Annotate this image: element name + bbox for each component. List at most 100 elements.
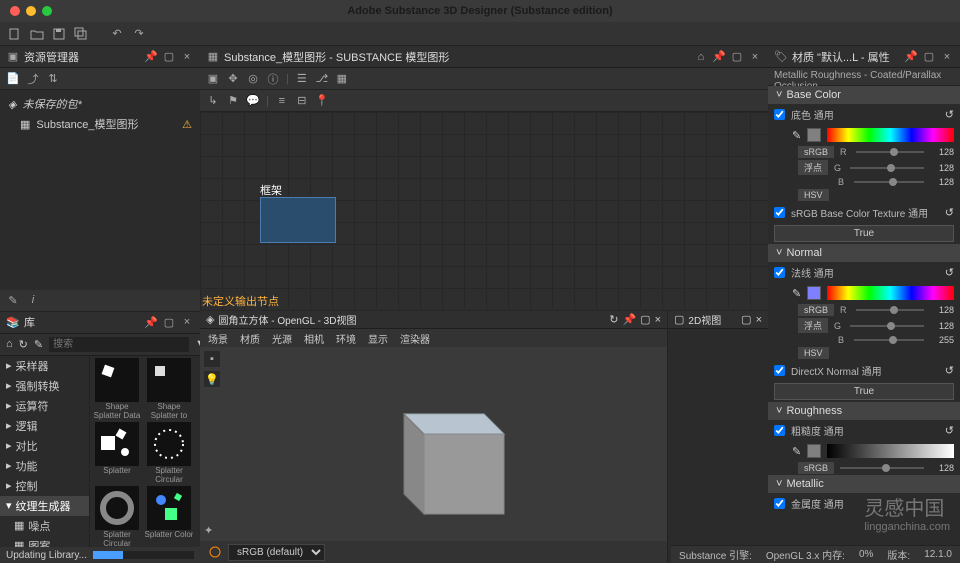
move-icon[interactable]: ✥ — [226, 72, 240, 86]
srgb-button[interactable]: sRGB — [798, 462, 834, 474]
checkbox[interactable] — [774, 365, 785, 376]
close-icon[interactable]: × — [756, 314, 762, 326]
align-icon[interactable]: ≡ — [275, 94, 289, 108]
branch-icon[interactable]: ⎇ — [315, 72, 329, 86]
checkbox[interactable] — [774, 109, 785, 120]
hue-strip[interactable] — [827, 286, 954, 300]
export-icon[interactable]: ⤴ — [26, 72, 40, 86]
bulb-icon[interactable]: 💡 — [204, 371, 220, 387]
slider[interactable] — [856, 309, 924, 311]
pencil-icon[interactable]: ✎ — [34, 338, 43, 351]
slider[interactable] — [854, 339, 924, 341]
hue-strip[interactable] — [827, 128, 954, 142]
refresh-icon[interactable]: ↻ — [19, 338, 28, 351]
reset-icon[interactable]: ↺ — [945, 108, 954, 121]
comment-icon[interactable]: 💬 — [246, 94, 260, 108]
lib-cat[interactable]: ▸逻辑 — [0, 416, 89, 436]
lib-cat[interactable]: ▸对比 — [0, 436, 89, 456]
tree-item[interactable]: ▦ Substance_模型图形 ⚠ — [0, 114, 200, 134]
maximize-icon[interactable]: ▢ — [162, 315, 176, 329]
arrow-icon[interactable]: ↳ — [206, 94, 220, 108]
lib-cat[interactable]: ▦图案 — [0, 536, 89, 548]
pin-icon[interactable]: 📌 — [712, 50, 726, 64]
pin-icon[interactable]: 📌 — [622, 313, 636, 326]
color-swatch[interactable] — [807, 286, 821, 300]
thumb[interactable]: Splatter Circular — [92, 486, 142, 548]
close-icon[interactable]: × — [748, 50, 762, 64]
pencil-icon[interactable]: ✎ — [6, 293, 20, 307]
float-button[interactable]: 浮点 — [798, 318, 828, 333]
pin-node-icon[interactable]: 📍 — [315, 94, 329, 108]
lib-cat[interactable]: ▸控制 — [0, 476, 89, 496]
camera-icon[interactable]: ▪ — [204, 351, 220, 367]
checkbox[interactable] — [774, 207, 785, 218]
undo-icon[interactable]: ↶ — [108, 25, 126, 43]
eyedropper-icon[interactable]: ✎ — [792, 287, 801, 300]
maximize-icon[interactable]: ▢ — [162, 50, 176, 64]
menu-item[interactable]: 相机 — [304, 331, 324, 346]
close-icon[interactable]: × — [180, 50, 194, 64]
slider[interactable] — [850, 167, 924, 169]
view2d-viewport[interactable] — [668, 329, 768, 563]
save-all-icon[interactable] — [72, 25, 90, 43]
pin-icon[interactable]: 📌 — [144, 315, 158, 329]
thumb[interactable]: Splatter Color — [144, 486, 194, 548]
close-window-button[interactable] — [10, 6, 20, 16]
maximize-window-button[interactable] — [42, 6, 52, 16]
menu-item[interactable]: 环境 — [336, 331, 356, 346]
home-icon[interactable]: ⌂ — [6, 338, 13, 350]
minimize-window-button[interactable] — [26, 6, 36, 16]
true-button[interactable]: True — [774, 225, 954, 242]
home-icon[interactable]: ⌂ — [694, 50, 708, 64]
close-icon[interactable]: × — [180, 315, 194, 329]
eyedropper-icon[interactable]: ✎ — [792, 445, 801, 458]
file-icon[interactable]: 📄 — [6, 72, 20, 86]
hsv-button[interactable]: HSV — [798, 189, 829, 201]
section-normal[interactable]: ˅Normal — [768, 244, 960, 262]
thumb[interactable]: Splatter Circular — [144, 422, 194, 484]
slider[interactable] — [856, 151, 924, 153]
section-basecolor[interactable]: ˅Base Color — [768, 86, 960, 104]
info-icon[interactable]: i — [26, 293, 40, 307]
hsv-button[interactable]: HSV — [798, 347, 829, 359]
menu-item[interactable]: 渲染器 — [400, 331, 430, 346]
info-icon[interactable]: ⓘ — [266, 72, 280, 86]
reset-icon[interactable]: ↺ — [945, 206, 954, 219]
save-icon[interactable] — [50, 25, 68, 43]
graph-frame[interactable] — [260, 197, 336, 243]
slider[interactable] — [854, 181, 924, 183]
reset-icon[interactable]: ↺ — [945, 364, 954, 377]
lib-cat[interactable]: ▸功能 — [0, 456, 89, 476]
redo-icon[interactable]: ↷ — [130, 25, 148, 43]
distribute-icon[interactable]: ⊟ — [295, 94, 309, 108]
thumb[interactable]: Shape Splatter Data ... — [92, 358, 142, 420]
checkbox[interactable] — [774, 267, 785, 278]
color-swatch[interactable] — [807, 128, 821, 142]
reset-icon[interactable]: ↺ — [945, 424, 954, 437]
srgb-button[interactable]: sRGB — [798, 146, 834, 158]
library-search-input[interactable] — [49, 337, 189, 352]
lib-cat[interactable]: ▸采样器 — [0, 356, 89, 376]
maximize-icon[interactable]: ▢ — [922, 50, 936, 64]
lib-cat[interactable]: ▦噪点 — [0, 516, 89, 536]
menu-item[interactable]: 材质 — [240, 331, 260, 346]
true-button[interactable]: True — [774, 383, 954, 400]
slider[interactable] — [840, 467, 924, 469]
target-icon[interactable]: ◎ — [246, 72, 260, 86]
close-icon[interactable]: × — [940, 50, 954, 64]
color-swatch[interactable] — [807, 444, 821, 458]
node-icon[interactable]: ☰ — [295, 72, 309, 86]
menu-item[interactable]: 场景 — [208, 331, 228, 346]
checkbox[interactable] — [774, 498, 785, 509]
color-profile-select[interactable]: sRGB (default) — [228, 544, 325, 561]
select-icon[interactable]: ▣ — [206, 72, 220, 86]
pin-icon[interactable]: 📌 — [904, 50, 918, 64]
grid-icon[interactable]: ▦ — [335, 72, 349, 86]
new-icon[interactable] — [6, 25, 24, 43]
thumb[interactable]: Shape Splatter to Mask — [144, 358, 194, 420]
srgb-button[interactable]: sRGB — [798, 304, 834, 316]
graph-canvas[interactable]: 框架 未定义输出节点 — [200, 112, 768, 311]
axis-icon[interactable]: ✦ — [204, 524, 213, 537]
menu-item[interactable]: 光源 — [272, 331, 292, 346]
tree-package[interactable]: ◈ 未保存的包* — [0, 94, 200, 114]
